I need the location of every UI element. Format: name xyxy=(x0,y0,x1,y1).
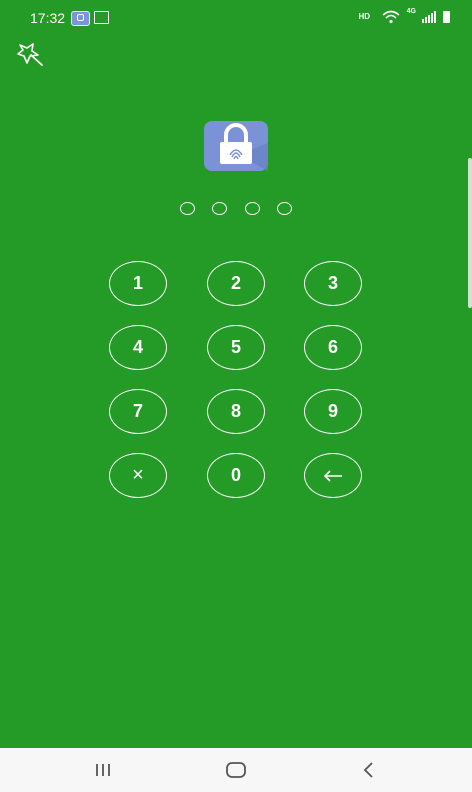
key-7[interactable]: 7 xyxy=(109,389,167,434)
padlock-fingerprint-icon xyxy=(204,121,268,171)
key-8[interactable]: 8 xyxy=(207,389,265,434)
clear-key[interactable]: × xyxy=(109,453,167,498)
edge-panel-handle[interactable] xyxy=(468,158,472,308)
system-nav-bar xyxy=(0,748,472,792)
pin-indicator xyxy=(180,202,292,218)
signal-icon xyxy=(422,11,436,23)
battery-icon xyxy=(443,11,450,23)
app-lock-notification-icon xyxy=(71,11,90,26)
key-3[interactable]: 3 xyxy=(304,261,362,306)
hd-indicator: HD xyxy=(358,12,370,21)
key-2[interactable]: 2 xyxy=(207,261,265,306)
pin-dot xyxy=(244,202,260,215)
status-indicators: HD 4G xyxy=(340,8,450,26)
wifi-icon xyxy=(382,10,400,24)
back-icon[interactable] xyxy=(354,760,384,780)
recents-icon[interactable] xyxy=(90,760,120,780)
pin-dot xyxy=(276,202,292,215)
status-bar: 17:32 HD 4G xyxy=(0,0,472,36)
key-4[interactable]: 4 xyxy=(109,325,167,370)
key-1[interactable]: 1 xyxy=(109,261,167,306)
arrow-left-icon xyxy=(323,469,342,482)
status-time: 17:32 xyxy=(30,10,66,26)
gallery-notification-icon xyxy=(94,11,109,24)
pin-dot xyxy=(180,202,195,215)
pin-dot xyxy=(212,202,228,215)
magic-wand-star-icon[interactable] xyxy=(16,41,44,67)
home-icon[interactable] xyxy=(221,760,251,780)
backspace-key[interactable] xyxy=(304,453,362,498)
key-5[interactable]: 5 xyxy=(207,325,265,370)
key-0[interactable]: 0 xyxy=(207,453,265,498)
key-9[interactable]: 9 xyxy=(304,389,362,434)
key-6[interactable]: 6 xyxy=(304,325,362,370)
network-type-indicator: 4G xyxy=(406,8,416,15)
